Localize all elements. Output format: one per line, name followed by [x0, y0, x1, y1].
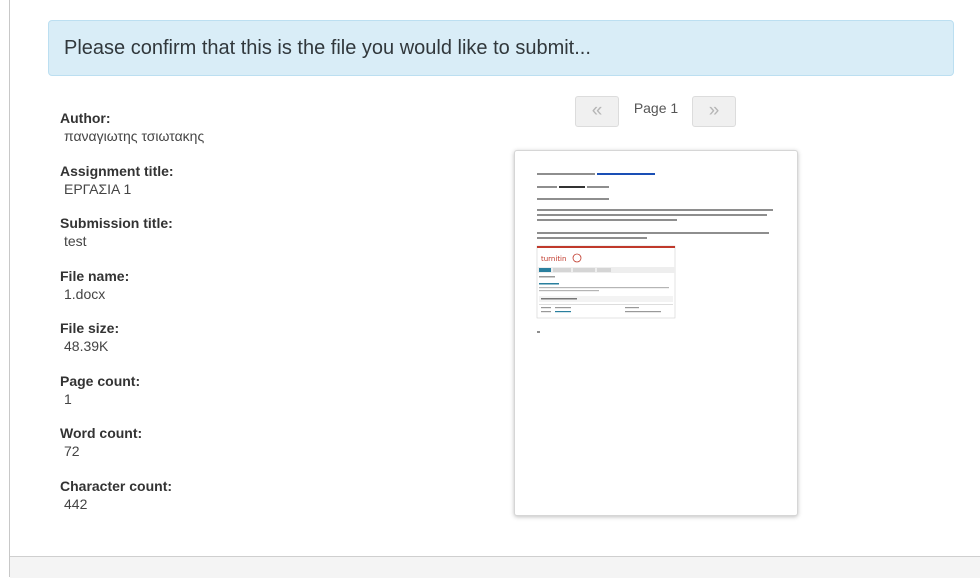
detail-word-count: Word count: 72: [60, 425, 360, 478]
detail-value: ΕΡΓΑΣΙΑ 1: [64, 180, 132, 197]
detail-value: 48.39K: [64, 338, 109, 354]
next-page-button[interactable]: »: [692, 96, 736, 127]
detail-label: Submission title:: [60, 215, 173, 231]
detail-page-count: Page count: 1: [60, 373, 360, 426]
submission-confirm-page: Please confirm that this is the file you…: [0, 0, 980, 578]
footer-bar: [10, 556, 980, 578]
detail-character-count: Character count: 442: [60, 478, 360, 531]
detail-file-size: File size: 48.39K: [60, 320, 360, 373]
detail-label: File name:: [60, 267, 130, 284]
left-divider: [9, 0, 10, 577]
previous-page-button[interactable]: «: [575, 96, 619, 127]
detail-value: παναγιωτης τσιωτακης: [64, 128, 205, 144]
detail-value: 1: [64, 390, 72, 407]
page-indicator: Page 1: [633, 100, 679, 116]
detail-author: Author: παναγιωτης τσιωτακης: [60, 110, 360, 163]
detail-value: 1.docx: [64, 285, 106, 302]
detail-label: Assignment title:: [60, 162, 174, 179]
detail-value: test: [64, 233, 87, 249]
detail-label: Author:: [60, 110, 111, 126]
detail-label: Character count:: [60, 477, 173, 494]
submission-details: Author: παναγιωτης τσιωτακης Assignment …: [60, 110, 360, 530]
confirm-banner: Please confirm that this is the file you…: [48, 20, 954, 76]
svg-text:turnitin: turnitin: [541, 255, 566, 263]
detail-file-name: File name: 1.docx: [60, 268, 360, 321]
document-thumbnail-icon: turnitin: [536, 173, 773, 333]
detail-value: 442: [64, 495, 88, 512]
confirm-message: Please confirm that this is the file you…: [64, 36, 591, 59]
detail-assignment-title: Assignment title: ΕΡΓΑΣΙΑ 1: [60, 163, 360, 216]
detail-submission-title: Submission title: test: [60, 215, 360, 268]
detail-label: Page count:: [60, 372, 141, 389]
detail-value: 72: [64, 443, 80, 459]
document-preview: turnitin: [514, 150, 798, 516]
detail-label: Word count:: [60, 425, 143, 441]
detail-label: File size:: [60, 320, 120, 336]
